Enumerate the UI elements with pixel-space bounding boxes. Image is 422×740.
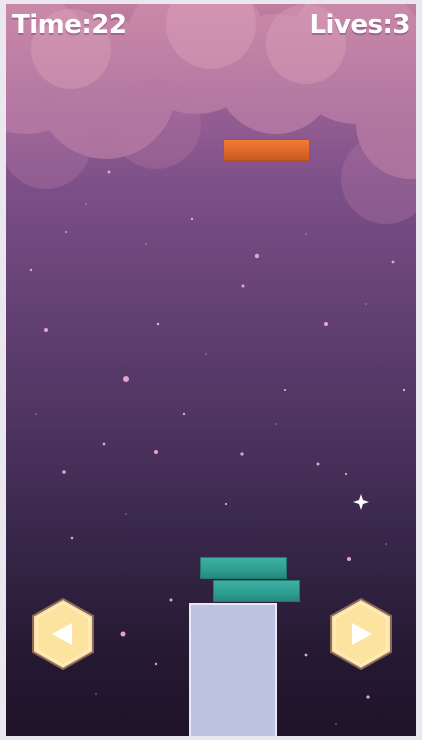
sparkle-icon <box>353 494 369 510</box>
falling-block <box>223 139 310 161</box>
lives-counter: Lives:3 <box>309 10 410 40</box>
move-left-button[interactable] <box>31 597 95 671</box>
tower-base <box>189 603 277 736</box>
stacked-block <box>200 557 287 579</box>
move-right-button[interactable] <box>329 597 393 671</box>
stacked-block <box>213 580 300 602</box>
game-screen: Time:22 Lives:3 <box>6 4 416 736</box>
time-counter: Time:22 <box>12 10 127 40</box>
